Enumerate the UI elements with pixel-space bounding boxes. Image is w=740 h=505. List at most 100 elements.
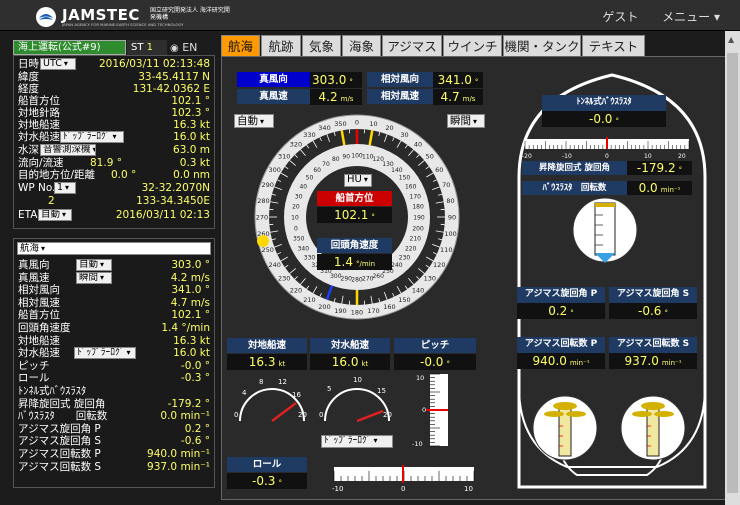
- svg-text:-10: -10: [412, 440, 423, 448]
- jamstec-logo[interactable]: JAMSTEC 国立研究開発法人 海洋研究開発機構 JAPAN AGENCY F…: [36, 6, 230, 28]
- heading-value: 102.1 °: [317, 207, 392, 223]
- rel-wind-dir-value: 341.0 °: [433, 72, 483, 88]
- compass-label: 320: [290, 141, 302, 149]
- globe-icon: ◉: [170, 43, 179, 54]
- svg-text:10: 10: [464, 485, 473, 493]
- nav-list-row: ﾄﾝﾈﾙ式ﾊﾞｳｽﾗｽﾀ: [18, 385, 87, 397]
- bow-thruster-value: 0.0 min⁻¹: [627, 181, 692, 195]
- compass-label: 120: [433, 261, 445, 269]
- compass-label: 220: [290, 286, 302, 294]
- rot-label: 回頭角速度: [317, 238, 392, 253]
- tab-7[interactable]: テキスト: [582, 35, 645, 56]
- nav-list-row: 回頭角速度 1.4 °/min: [18, 322, 210, 334]
- svg-text:0: 0: [422, 406, 426, 414]
- tab-3[interactable]: 海象: [342, 35, 381, 56]
- compass-inner-label: 60: [313, 167, 321, 174]
- compass-label: 350: [334, 120, 346, 128]
- azimuth-angle-s-label: アジマス旋回角 S: [609, 287, 697, 303]
- compass-label: 130: [424, 275, 436, 283]
- tab-2[interactable]: 気象: [302, 35, 341, 56]
- compass-label: 40: [414, 141, 422, 149]
- compass-inner-label: 20: [292, 204, 300, 211]
- rel-wind-speed-value: 4.7 m/s: [433, 89, 483, 105]
- svg-text:20: 20: [678, 153, 686, 160]
- menu-dropdown[interactable]: メニュー ▾: [662, 10, 720, 24]
- nav-list-panel: 航海 真風向自動303.0 °真風速瞬間4.2 m/s相対風向341.0 °相対…: [13, 238, 215, 488]
- compass-inner-label: 300: [330, 273, 342, 280]
- rel-wind-dir-label: 相対風向: [367, 72, 433, 87]
- compass-inner-label: 340: [298, 246, 310, 253]
- st-indicator: ST 1: [127, 40, 167, 55]
- wind-indicator-dot: [257, 235, 269, 247]
- tunnel-thruster-label: ﾄﾝﾈﾙ式ﾊﾞｳｽﾗｽﾀ: [542, 95, 666, 111]
- true-wind-dir-label: 真風向: [237, 72, 310, 87]
- svg-text:10: 10: [353, 376, 362, 384]
- tab-5[interactable]: ウインチ: [443, 35, 502, 56]
- tab-1[interactable]: 航跡: [261, 35, 301, 56]
- nav-list-row: アジマス旋回角 S -0.6 °: [18, 435, 210, 448]
- compass-label: 280: [257, 197, 269, 205]
- nav-list-row: 真風向自動303.0 °: [14, 259, 214, 271]
- true-wind-dir-value: 303.0 °: [310, 72, 362, 88]
- nav-row-mode-select[interactable]: ﾄﾞｯﾌﾟﾗｰﾛｸﾞ: [74, 347, 136, 360]
- depth-source-select[interactable]: 音響測深機: [40, 144, 96, 156]
- info-row-time: 日時 UTC 2016/03/11 02:13:48: [14, 58, 214, 70]
- compass-label: 200: [318, 303, 330, 311]
- eta-mode-select[interactable]: 自動: [38, 209, 72, 221]
- compass-inner-label: 150: [399, 175, 411, 182]
- roll-label: ロール: [227, 457, 307, 472]
- stw-value: 16.0 kt: [310, 354, 390, 370]
- compass-label: 90: [448, 214, 456, 222]
- compass-inner-label: 260: [372, 273, 384, 280]
- nav-list-row: アジマス回転数 P 940.0 min⁻¹: [18, 448, 210, 460]
- timezone-select[interactable]: UTC: [40, 58, 76, 70]
- tab-6[interactable]: 機関・タンク: [503, 35, 581, 56]
- compass-label: 340: [318, 124, 330, 132]
- bow-thruster-label: ﾊﾞｳｽﾗｽﾀ 回転数: [522, 181, 627, 195]
- nav-content-area: 真風向 303.0 ° 相対風向 341.0 ° 真風速 4.2 m/s 相対風速 4…: [221, 56, 733, 500]
- compass-label: 300: [269, 166, 281, 174]
- waypoint-select[interactable]: 1: [54, 182, 76, 194]
- svg-text:12: 12: [278, 378, 287, 386]
- compass-label: 270: [256, 214, 268, 222]
- true-wind-speed-label: 真風速: [237, 89, 310, 104]
- stw-source-select[interactable]: ﾄﾞｯﾌﾟﾗｰﾛｸﾞ: [60, 131, 124, 143]
- compass-label: 110: [440, 246, 452, 254]
- compass-inner-label: 160: [405, 184, 417, 191]
- azimuth-p-icon: [532, 395, 598, 461]
- compass-label: 160: [383, 303, 395, 311]
- compass-label: 60: [435, 166, 443, 174]
- svg-text:0: 0: [605, 153, 609, 160]
- svg-text:20: 20: [298, 411, 307, 419]
- page-scrollbar[interactable]: ▲: [725, 31, 740, 505]
- compass-label: 230: [278, 275, 290, 283]
- compass-inner-label: 210: [410, 236, 422, 243]
- azimuth-angle-p-label: アジマス旋回角 P: [517, 287, 605, 303]
- compass-inner-label: 140: [391, 167, 403, 174]
- language-toggle[interactable]: ◉ EN: [170, 40, 214, 55]
- compass-inner-label: 30: [295, 193, 303, 200]
- compass-mode-select[interactable]: HU: [344, 174, 372, 187]
- compass-inner-label: 80: [332, 156, 340, 163]
- roll-value: -0.3 °: [227, 473, 307, 489]
- gauge-source-select[interactable]: ﾄﾞｯﾌﾟﾗｰﾛｸﾞ: [321, 435, 393, 448]
- nav-list-row: ピッチ -0.0 °: [18, 359, 210, 372]
- compass-inner-label: 70: [322, 161, 330, 168]
- sog-value: 16.3 kt: [227, 354, 307, 370]
- compass-label: 180: [351, 309, 363, 317]
- category-select[interactable]: 航海: [17, 242, 211, 255]
- nav-list-row: 対水船速ﾄﾞｯﾌﾟﾗｰﾛｸﾞ16.0 kt: [14, 347, 214, 360]
- compass-label: 330: [303, 131, 315, 139]
- nav-row-mode-select[interactable]: 瞬間: [76, 271, 112, 284]
- tab-4[interactable]: アジマス: [382, 35, 442, 56]
- scroll-up-icon[interactable]: ▲: [728, 35, 734, 44]
- bow-thruster-icon: [572, 197, 638, 263]
- nav-row-mode-select[interactable]: 自動: [76, 259, 112, 271]
- svg-text:5: 5: [327, 385, 331, 393]
- compass-inner-label: 290: [341, 276, 353, 283]
- tab-0[interactable]: 航海: [221, 35, 260, 56]
- compass-inner-label: 170: [410, 193, 422, 200]
- svg-text:-10: -10: [562, 153, 572, 160]
- tunnel-thruster-value: -0.0 °: [542, 111, 666, 127]
- compass-label: 100: [444, 230, 456, 238]
